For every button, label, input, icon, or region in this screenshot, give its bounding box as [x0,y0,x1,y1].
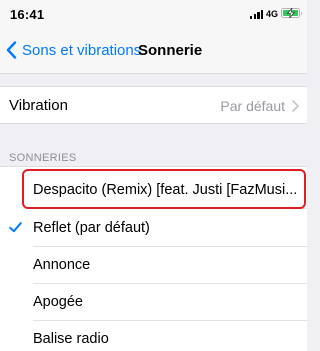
vibration-row[interactable]: Vibration Par défaut [0,86,307,124]
ringtone-item-annonce[interactable]: Annonce [0,247,307,284]
vibration-value: Par défaut [220,98,285,114]
chevron-right-icon [292,100,299,112]
ringtone-list: Despacito (Remix) [feat. Justi [FazMusi.… [0,166,307,351]
network-type: 4G [266,9,279,19]
chevron-left-icon [6,41,17,59]
page-title: Sonnerie [138,42,203,59]
ringtone-label: Reflet (par défaut) [33,220,150,236]
ringtone-label: Balise radio [33,331,109,347]
vibration-label: Vibration [9,97,68,114]
row-divider [33,208,307,209]
ringtone-item-apogee[interactable]: Apogée [0,284,307,321]
checkmark-icon [9,222,22,233]
ringtone-item-balise-radio[interactable]: Balise radio [0,321,307,351]
status-bar: 16:41 4G [0,0,307,26]
section-header-ringtones: SONNERIES [9,152,77,164]
cellular-signal-icon [250,10,264,19]
navigation-bar: Sons et vibrations Sonnerie [0,26,307,74]
ringtone-label: Apogée [33,294,83,310]
ringtone-item-reflet[interactable]: Reflet (par défaut) [0,210,307,247]
back-button-label: Sons et vibrations [22,41,142,59]
ringtone-label: Annonce [33,257,91,273]
back-button[interactable]: Sons et vibrations [6,37,141,63]
ringtone-label: Despacito (Remix) [feat. Justi [FazMusi.… [33,182,298,198]
status-time: 16:41 [10,7,45,22]
ringtone-item-despacito[interactable]: Despacito (Remix) [feat. Justi [FazMusi.… [0,172,307,209]
battery-charging-icon [281,8,302,18]
